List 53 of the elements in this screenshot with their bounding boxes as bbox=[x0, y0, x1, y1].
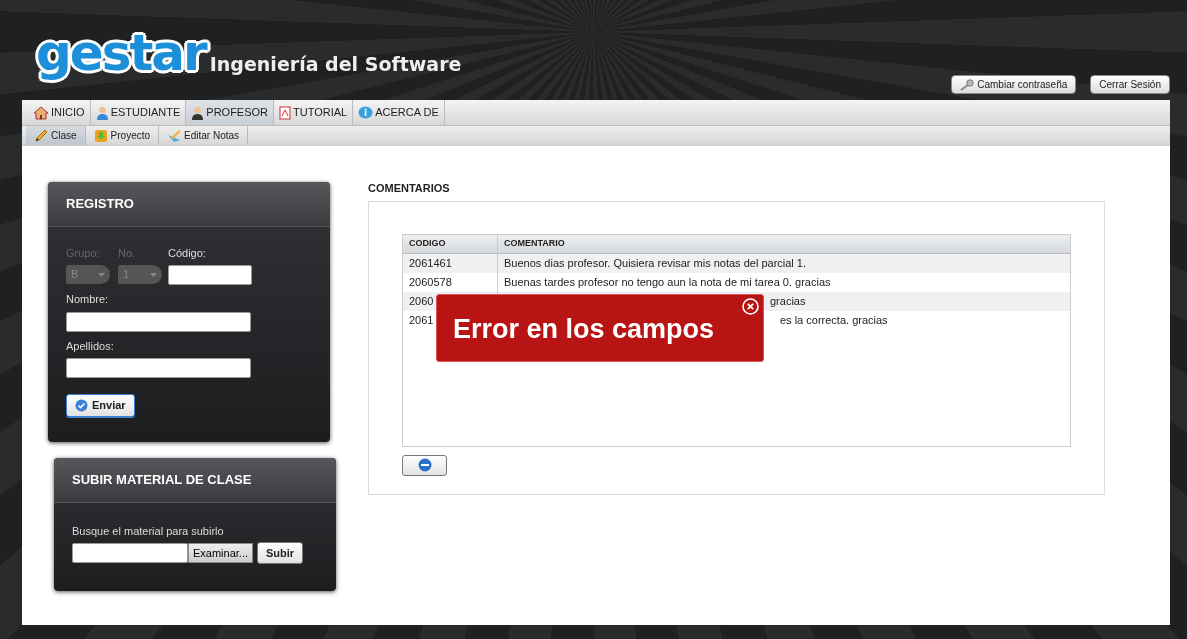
nav-tab[interactable]: PROFESOR bbox=[186, 100, 275, 125]
header-button[interactable]: Cerrar Sesión bbox=[1090, 75, 1170, 94]
submit-button[interactable]: Enviar bbox=[66, 394, 135, 417]
upload-hint: Busque el material para subirlo bbox=[72, 523, 225, 539]
file-field[interactable] bbox=[72, 543, 188, 563]
table-cell-text: 2060 bbox=[409, 293, 434, 309]
section-title: COMENTARIOS bbox=[368, 181, 451, 196]
person-icon bbox=[191, 105, 205, 120]
check-icon bbox=[75, 398, 88, 412]
panel-title: REGISTRO bbox=[48, 182, 330, 227]
table-cell-text: Buenas tardes profesor no tengo aun la nota de mi tarea 0. gracias bbox=[504, 274, 831, 290]
close-icon[interactable] bbox=[742, 298, 759, 315]
caret-icon bbox=[98, 272, 105, 277]
header-button[interactable]: Cambiar contraseña bbox=[951, 75, 1077, 94]
minus-icon bbox=[417, 458, 432, 472]
field-label: Nombre: bbox=[66, 292, 110, 307]
sub-tab[interactable]: Clase bbox=[26, 126, 86, 145]
caret-icon bbox=[150, 272, 157, 277]
field-label: No. bbox=[118, 245, 137, 261]
table-cell-text: 2060578 bbox=[409, 274, 452, 290]
sub-tab[interactable]: Editar Notas bbox=[159, 126, 249, 145]
input-field[interactable] bbox=[66, 358, 251, 378]
nav-tab[interactable]: ACERCA DE bbox=[353, 100, 445, 125]
edit-icon bbox=[167, 128, 182, 143]
house-icon bbox=[33, 105, 49, 120]
error-message: Error en los campos bbox=[453, 313, 715, 346]
browse-button[interactable]: Examinar... bbox=[188, 543, 254, 563]
sub-tab[interactable]: Proyecto bbox=[85, 126, 160, 145]
table-cell-text: es la correcta. gracias bbox=[780, 312, 888, 328]
logo: gestar bbox=[36, 28, 206, 79]
table-cell-text: 2061 bbox=[409, 312, 434, 328]
column-header: CODIGO bbox=[403, 234, 498, 253]
table-cell-text: 2061461 bbox=[409, 255, 452, 271]
document-icon bbox=[279, 105, 292, 120]
table-cell-text: gracias bbox=[770, 293, 806, 309]
info-icon bbox=[358, 105, 374, 120]
nav-tab[interactable]: TUTORIAL bbox=[274, 100, 354, 125]
person-icon bbox=[95, 105, 109, 120]
panel-title: SUBIR MATERIAL DE CLASE bbox=[54, 458, 336, 503]
input-field[interactable] bbox=[66, 311, 251, 332]
remove-button[interactable] bbox=[402, 454, 447, 476]
field-label: Apellidos: bbox=[66, 338, 115, 354]
nav-tab[interactable]: INICIO bbox=[28, 100, 91, 125]
field-label: Código: bbox=[168, 245, 207, 261]
site-subtitle: Ingeniería del Software bbox=[209, 52, 462, 77]
field-label: Grupo: bbox=[66, 245, 101, 261]
table-cell-text: Buenos dias profesor. Quisiera revisar mis notas del parcial 1. bbox=[504, 255, 807, 271]
key-icon bbox=[960, 78, 975, 91]
column-header: COMENTARIO bbox=[503, 236, 565, 250]
input-field[interactable] bbox=[168, 265, 252, 285]
upload-button[interactable]: Subir bbox=[257, 542, 304, 564]
download-icon bbox=[93, 128, 108, 143]
pencil-icon bbox=[34, 128, 48, 143]
